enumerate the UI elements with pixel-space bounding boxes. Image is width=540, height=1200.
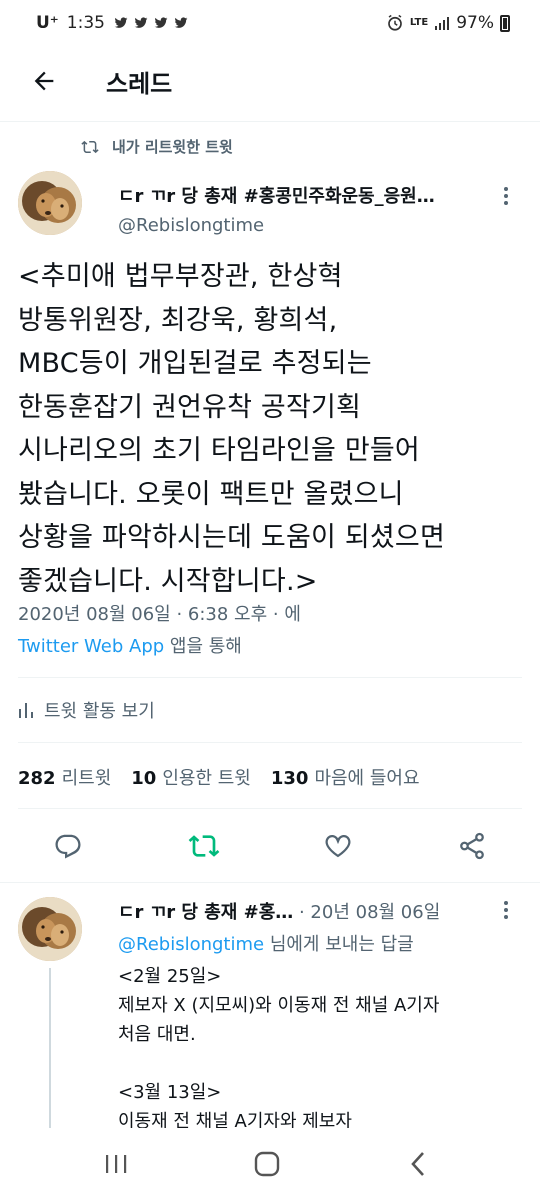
dot — [504, 901, 508, 905]
reply-button[interactable] — [48, 826, 88, 866]
likes-label: 마음에 들어요 — [314, 768, 420, 789]
app-header: 스레드 — [0, 46, 540, 116]
twitter-icon — [114, 17, 128, 28]
share-button[interactable] — [452, 826, 492, 866]
heart-icon — [325, 835, 351, 858]
home-button[interactable] — [247, 1146, 287, 1182]
alarm-icon — [388, 14, 402, 31]
divider — [18, 742, 522, 743]
reply-author-name[interactable]: ㄷr ㄲr 당 총재 #홍… — [118, 902, 293, 923]
arrow-left-icon — [34, 71, 54, 91]
home-icon — [254, 1151, 280, 1177]
dot — [504, 201, 508, 205]
reply-date[interactable]: · 20년 08월 06일 — [293, 902, 440, 923]
notification-icons — [113, 16, 189, 30]
lion-avatar-image — [18, 897, 82, 961]
retweet-button[interactable] — [184, 826, 224, 866]
tweet-author: ㄷr ㄲr 당 총재 #홍콩민주화운동_응원… @Rebislongtime — [118, 182, 488, 236]
retweet-context[interactable]: 내가 리트윗한 트윗 — [80, 136, 233, 157]
replying-to: @Rebislongtime 님에게 보내는 답글 — [118, 930, 414, 956]
reply-icon — [55, 834, 81, 859]
source-suffix: 앱을 통해 — [164, 636, 242, 657]
retweet-icon — [188, 835, 220, 857]
retweets-count: 282 — [18, 768, 56, 789]
like-button[interactable] — [318, 826, 358, 866]
back-button[interactable] — [22, 59, 66, 103]
author-handle[interactable]: @Rebislongtime — [118, 215, 488, 236]
reply-to-handle[interactable]: @Rebislongtime — [118, 934, 264, 955]
divider — [18, 808, 522, 809]
divider — [18, 677, 522, 678]
retweet-context-label: 내가 리트윗한 트윗 — [112, 138, 233, 156]
quotes-count: 10 — [131, 768, 157, 789]
recent-apps-button[interactable] — [96, 1146, 136, 1182]
author-name[interactable]: ㄷr ㄲr 당 총재 #홍콩민주화운동_응원… — [118, 182, 488, 208]
reply-text: <2월 25일> 제보자 X (지모씨)와 이동재 전 채널 A기자 처음 대면… — [118, 966, 440, 1132]
signal-icon — [435, 17, 450, 30]
likes-count: 130 — [270, 768, 309, 789]
tweet-source: Twitter Web App 앱을 통해 — [18, 632, 242, 658]
network-label: LTE — [409, 17, 429, 28]
likes-stat[interactable]: 130 마음에 들어요 — [271, 764, 420, 790]
retweets-label: 리트윗 — [61, 768, 112, 789]
reply-avatar[interactable] — [18, 897, 82, 961]
divider — [0, 882, 540, 883]
recent-apps-icon — [106, 1155, 127, 1173]
battery-icon — [500, 14, 510, 32]
chevron-left-icon — [411, 1152, 424, 1176]
quotes-label: 인용한 트윗 — [162, 768, 251, 789]
battery-percent: 97% — [456, 13, 494, 33]
tweet-text: <추미애 법무부장관, 한상혁 방통위원장, 최강욱, 황희석, MBC등이 개… — [18, 261, 445, 597]
dot — [504, 187, 508, 191]
twitter-icon — [134, 17, 148, 28]
header-divider — [0, 121, 540, 122]
reply-more-options-button[interactable] — [496, 898, 516, 922]
clock: 1:35 — [66, 13, 105, 33]
status-right: LTE 97% — [386, 13, 510, 33]
status-bar: U⁺ 1:35 LTE 97% — [0, 0, 540, 46]
tweet-activity-link[interactable]: 트윗 활동 보기 — [18, 697, 155, 723]
tweet-activity-label: 트윗 활동 보기 — [44, 701, 155, 722]
twitter-icon — [174, 17, 188, 28]
thread-line — [49, 968, 51, 1128]
carrier-label: U⁺ — [36, 13, 59, 33]
more-options-button[interactable] — [496, 184, 516, 208]
twitter-icon — [154, 17, 168, 28]
lion-avatar-image — [18, 171, 82, 235]
tweet-stats: 282 리트윗 10 인용한 트윗 130 마음에 들어요 — [18, 764, 420, 790]
reply-header: ㄷr ㄲr 당 총재 #홍… · 20년 08월 06일 — [118, 898, 490, 924]
analytics-icon — [19, 703, 33, 718]
page-title: 스레드 — [106, 69, 173, 98]
back-nav-button[interactable] — [398, 1146, 438, 1182]
retweets-stat[interactable]: 282 리트윗 — [18, 764, 111, 790]
dot — [504, 194, 508, 198]
dot — [504, 908, 508, 912]
retweet-icon — [81, 140, 99, 153]
system-nav-bar — [0, 1128, 540, 1200]
avatar[interactable] — [18, 171, 82, 235]
tweet-actions — [0, 826, 540, 866]
quotes-stat[interactable]: 10 인용한 트윗 — [131, 764, 251, 790]
source-app-link[interactable]: Twitter Web App — [18, 636, 164, 657]
reply-to-suffix: 님에게 보내는 답글 — [264, 934, 414, 955]
tweet-timestamp[interactable]: 2020년 08월 06일 · 6:38 오후 · 에 — [18, 600, 301, 626]
share-icon — [460, 832, 484, 860]
dot — [504, 915, 508, 919]
